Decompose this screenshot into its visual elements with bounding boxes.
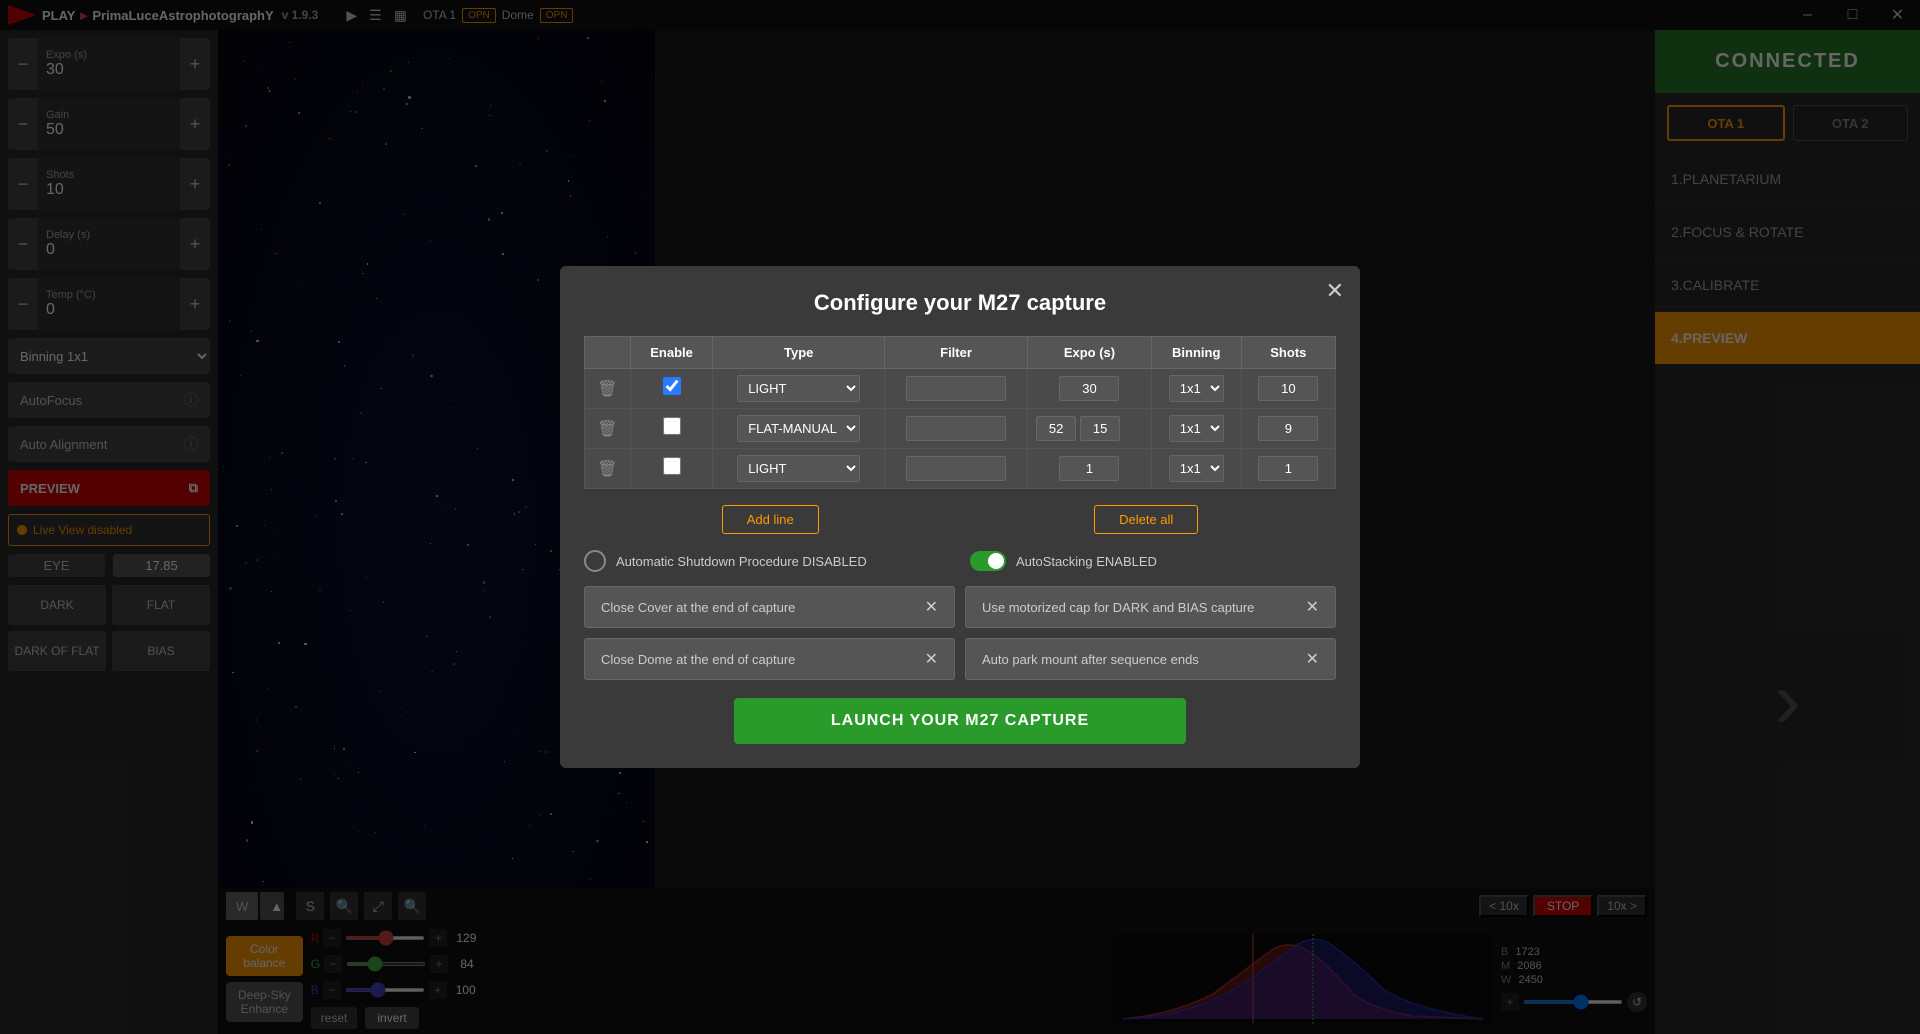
close-cover-button[interactable]: Close Cover at the end of capture ✕ <box>584 586 955 628</box>
options-buttons: Close Cover at the end of capture ✕ Use … <box>584 586 1336 680</box>
modal-overlay: ✕ Configure your M27 capture Enable Type… <box>0 0 1920 1034</box>
row2-expo2-input[interactable] <box>1080 416 1120 441</box>
add-line-button[interactable]: Add line <box>722 505 819 534</box>
row1-enable-checkbox[interactable] <box>663 377 681 395</box>
motorized-x-icon: ✕ <box>1306 597 1319 617</box>
options-toggles-row: Automatic Shutdown Procedure DISABLED Au… <box>584 550 1336 572</box>
toggle-dot <box>988 553 1004 569</box>
close-dome-button[interactable]: Close Dome at the end of capture ✕ <box>584 638 955 680</box>
shutdown-toggle-button[interactable] <box>584 550 606 572</box>
capture-table: Enable Type Filter Expo (s) Binning Shot… <box>584 336 1336 489</box>
row3-shots-input[interactable] <box>1258 456 1318 481</box>
row3-filter-input[interactable] <box>906 456 1006 481</box>
close-cover-x-icon: ✕ <box>925 597 938 617</box>
col-type: Type <box>713 337 884 369</box>
row1-shots-input[interactable] <box>1258 376 1318 401</box>
col-filter: Filter <box>884 337 1027 369</box>
row1-type-select[interactable]: LIGHT FLAT-MANUAL DARK BIAS <box>737 375 860 402</box>
col-delete <box>585 337 631 369</box>
launch-capture-button[interactable]: LAUNCH YOUR M27 CAPTURE <box>734 698 1185 744</box>
row3-binning-select[interactable]: 1x1 2x2 <box>1169 455 1224 482</box>
col-binning: Binning <box>1151 337 1241 369</box>
col-shots: Shots <box>1241 337 1335 369</box>
auto-park-x-icon: ✕ <box>1306 649 1319 669</box>
stacking-label: AutoStacking ENABLED <box>1016 554 1157 569</box>
stacking-toggle-button[interactable] <box>970 551 1006 571</box>
stacking-toggle: AutoStacking ENABLED <box>970 551 1336 571</box>
table-row: 🗑 LIGHT FLAT-MANUAL DARK 1x1 <box>585 449 1336 489</box>
table-row: 🗑 LIGHT FLAT-MANUAL DARK BIAS <box>585 369 1336 409</box>
row3-delete-icon[interactable]: 🗑 <box>597 461 617 478</box>
table-actions: Add line Delete all <box>584 505 1336 534</box>
row1-filter-input[interactable] <box>906 376 1006 401</box>
shutdown-label: Automatic Shutdown Procedure DISABLED <box>616 554 867 569</box>
row3-expo-input[interactable] <box>1059 456 1119 481</box>
row2-expo1-input[interactable] <box>1036 416 1076 441</box>
table-row: 🗑 LIGHT FLAT-MANUAL DARK BIAS <box>585 409 1336 449</box>
row2-binning-select[interactable]: 1x1 2x2 <box>1169 415 1224 442</box>
col-expo: Expo (s) <box>1028 337 1152 369</box>
delete-all-button[interactable]: Delete all <box>1094 505 1198 534</box>
row2-enable-checkbox[interactable] <box>663 417 681 435</box>
row3-enable-checkbox[interactable] <box>663 457 681 475</box>
modal-close-button[interactable]: ✕ <box>1326 278 1344 304</box>
auto-park-button[interactable]: Auto park mount after sequence ends ✕ <box>965 638 1336 680</box>
row2-type-select[interactable]: LIGHT FLAT-MANUAL DARK BIAS <box>737 415 860 442</box>
use-motorized-button[interactable]: Use motorized cap for DARK and BIAS capt… <box>965 586 1336 628</box>
row3-type-select[interactable]: LIGHT FLAT-MANUAL DARK <box>737 455 860 482</box>
close-dome-x-icon: ✕ <box>925 649 938 669</box>
modal-title: Configure your M27 capture <box>584 290 1336 316</box>
row2-delete-icon[interactable]: 🗑 <box>597 421 617 438</box>
configure-capture-modal: ✕ Configure your M27 capture Enable Type… <box>560 266 1360 768</box>
col-enable: Enable <box>630 337 713 369</box>
row1-delete-icon[interactable]: 🗑 <box>597 381 617 398</box>
row2-filter-input[interactable] <box>906 416 1006 441</box>
row1-binning-select[interactable]: 1x1 2x2 3x3 <box>1169 375 1224 402</box>
row1-expo-input[interactable] <box>1059 376 1119 401</box>
shutdown-toggle: Automatic Shutdown Procedure DISABLED <box>584 550 950 572</box>
row2-shots-input[interactable] <box>1258 416 1318 441</box>
